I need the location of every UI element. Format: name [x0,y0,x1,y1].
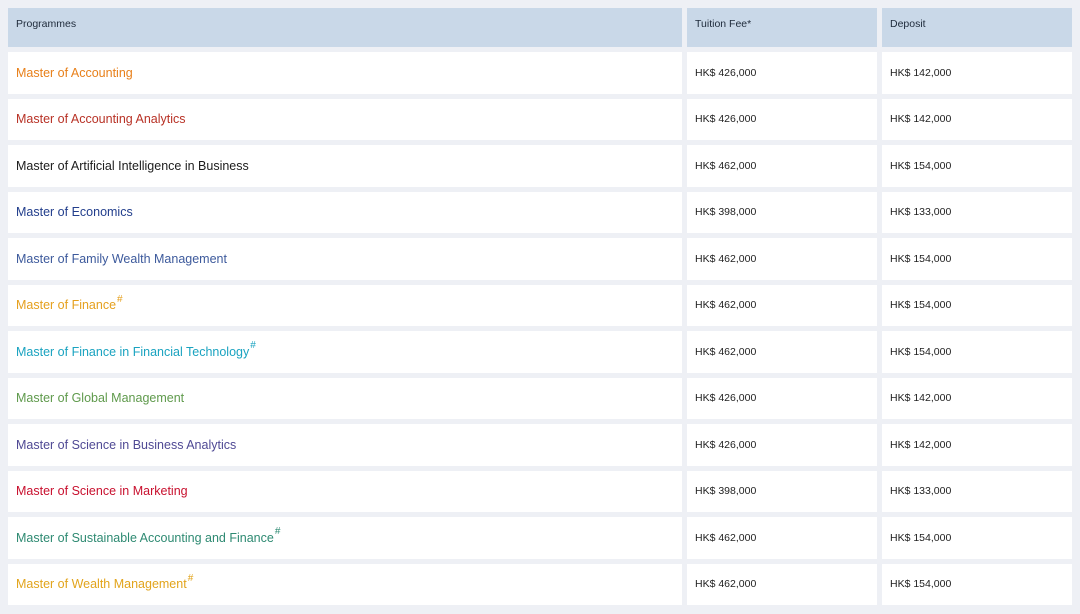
tuition-fee-cell: HK$ 462,000 [687,238,877,280]
tuition-fee-cell: HK$ 426,000 [687,52,877,94]
programme-name: Master of Science in Marketing [16,484,188,499]
deposit-cell: HK$ 133,000 [882,191,1072,233]
programme-name: Master of Artificial Intelligence in Bus… [16,158,249,173]
table-row: Master of Family Wealth Management HK$ 46… [8,238,1072,280]
table-body: Master of Accounting HK$ 426,000 HK$ 142,0… [8,52,1072,605]
deposit-cell: HK$ 154,000 [882,284,1072,326]
footnote-mark: # [187,572,194,584]
deposit-cell: HK$ 142,000 [882,377,1072,419]
footnote-mark: # [117,293,123,305]
header-tuition-fee: Tuition Fee* [687,8,877,47]
programme-cell: Master of Accounting Analytics [8,98,682,140]
programme-name: Master of Finance in Financial Technolog… [16,344,250,359]
deposit-cell: HK$ 154,000 [882,145,1072,187]
programme-cell: Master of Artificial Intelligence in Bus… [8,145,682,187]
programme-name: Master of Wealth Management [16,577,187,592]
table-row: Master of Accounting Analytics HK$ 426,00… [8,98,1072,140]
deposit-cell: HK$ 133,000 [882,470,1072,512]
deposit-cell: HK$ 154,000 [882,331,1072,373]
table-row: Master of Economics HK$ 398,000 HK$ 133,00… [8,191,1072,233]
programme-cell: Master of Finance # [8,284,682,326]
table-row: Master of Wealth Management # HK$ 462,000 H… [8,563,1072,605]
programme-cell: Master of Science in Marketing [8,470,682,512]
table-row: Master of Accounting HK$ 426,000 HK$ 142,0… [8,52,1072,94]
programme-name: Master of Global Management [16,391,185,406]
footnote-mark: # [250,340,256,352]
table-row: Master of Finance in Financial Technolog… [8,331,1072,373]
table-row: Master of Science in Business Analytics H… [8,424,1072,466]
table-row: Master of Artificial Intelligence in Bus… [8,145,1072,187]
tuition-fee-cell: HK$ 462,000 [687,563,877,605]
deposit-cell: HK$ 154,000 [882,563,1072,605]
tuition-fee-cell: HK$ 462,000 [687,331,877,373]
tuition-fee-cell: HK$ 462,000 [687,145,877,187]
deposit-cell: HK$ 142,000 [882,424,1072,466]
table-row: Master of Science in Marketing HK$ 398,00… [8,470,1072,512]
programme-cell: Master of Global Management [8,377,682,419]
programme-cell: Master of Science in Business Analytics [8,424,682,466]
tuition-fee-cell: HK$ 426,000 [687,424,877,466]
programme-name: Master of Family Wealth Management [16,251,227,266]
programme-name: Master of Science in Business Analytics [16,437,237,452]
programme-name: Master of Accounting Analytics [16,112,186,127]
deposit-cell: HK$ 154,000 [882,238,1072,280]
programme-name: Master of Sustainable Accounting and Fin… [16,530,274,545]
fee-table: Programmes Tuition Fee* Deposit Master o… [8,8,1072,610]
footnote-mark: # [274,526,281,538]
tuition-fee-cell: HK$ 398,000 [687,470,877,512]
table-row: Master of Sustainable Accounting and Fin… [8,517,1072,559]
tuition-fee-cell: HK$ 398,000 [687,191,877,233]
programme-cell: Master of Economics [8,191,682,233]
table-row: Master of Finance # HK$ 462,000 HK$ 154,000 [8,284,1072,326]
programme-cell: Master of Family Wealth Management [8,238,682,280]
deposit-cell: HK$ 142,000 [882,98,1072,140]
programme-cell: Master of Wealth Management # [8,563,682,605]
programme-name: Master of Accounting [16,65,133,80]
tuition-fee-cell: HK$ 462,000 [687,517,877,559]
tuition-fee-cell: HK$ 462,000 [687,284,877,326]
programme-cell: Master of Sustainable Accounting and Fin… [8,517,682,559]
header-programmes: Programmes [8,8,682,47]
tuition-fee-cell: HK$ 426,000 [687,98,877,140]
programme-name: Master of Economics [16,205,133,220]
programme-cell: Master of Accounting [8,52,682,94]
header-deposit: Deposit [882,8,1072,47]
programme-name: Master of Finance [16,298,117,313]
table-row: Master of Global Management HK$ 426,000 HK… [8,377,1072,419]
programme-cell: Master of Finance in Financial Technolog… [8,331,682,373]
deposit-cell: HK$ 142,000 [882,52,1072,94]
deposit-cell: HK$ 154,000 [882,517,1072,559]
table-header-row: Programmes Tuition Fee* Deposit [8,8,1072,47]
tuition-fee-cell: HK$ 426,000 [687,377,877,419]
